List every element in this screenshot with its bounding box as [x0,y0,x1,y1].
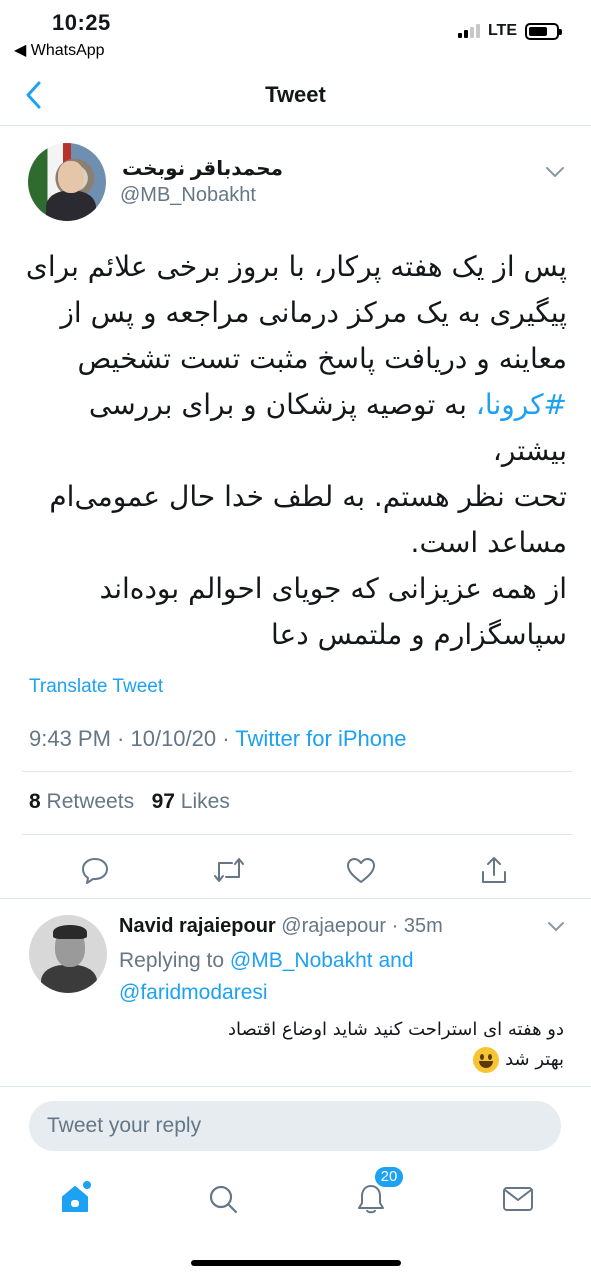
likes-count: 97 [151,790,175,813]
tweet-meta: 9:43 PM · 10/10/20 · Twitter for iPhone [29,726,406,752]
tweet-actions [0,848,591,898]
tweet-options-button[interactable] [545,162,565,183]
reply-line: دو هفته ای استراحت کنید شاید اوضاع اقتصا… [227,1019,564,1040]
retweets-label: Retweets [46,790,135,813]
author-display-name[interactable]: محمدباقر نوبخت [122,156,283,181]
tab-home[interactable] [57,1181,93,1217]
translate-tweet-link[interactable]: Translate Tweet [29,676,163,698]
share-button[interactable] [476,852,512,888]
reply-line-text: بهتر شد [505,1049,564,1070]
search-icon [209,1185,238,1214]
like-icon [347,858,375,883]
reply-input[interactable]: Tweet your reply [29,1101,561,1151]
mention-link[interactable]: @faridmodaresi [119,981,268,1004]
chevron-down-icon [548,922,564,932]
nav-bar: Tweet [0,64,591,126]
status-indicators: LTE [457,22,562,40]
network-label: LTE [487,22,517,39]
status-bar: 10:25 ◀ WhatsApp LTE [0,0,591,64]
retweet-icon [214,858,244,882]
reply-author-handle[interactable]: @rajaepour · 35m [281,915,442,937]
tweet-line: مساعد است. [410,526,567,559]
home-indicator [191,1260,401,1266]
replying-to: Replying to @MB_Nobakht and @faridmodare… [119,945,559,1009]
avatar[interactable] [29,915,107,993]
divider [22,771,572,772]
hashtag-link[interactable]: #کرونا، [476,388,567,421]
messages-icon [503,1187,533,1211]
tweet-stats: 8 Retweets 97 Likes [29,790,230,814]
tab-notifications[interactable]: 20 [353,1165,405,1217]
tweet-line: سپاسگزارم و ملتمس دعا [271,618,567,651]
battery-icon [525,22,562,40]
reply-tweet[interactable]: Navid rajaiepour @rajaepour · 35m Replyi… [0,898,591,1073]
reply-icon [82,858,108,884]
reply-header: Navid rajaiepour @rajaepour · 35m [119,915,443,938]
reply-button[interactable] [77,852,113,888]
retweets-stat[interactable]: 8 Retweets [29,790,134,813]
author-handle[interactable]: @MB_Nobakht [120,184,256,207]
tweet-timestamp: 9:43 PM · 10/10/20 · [29,726,236,751]
chevron-down-icon [546,167,564,178]
tweet-line: از همه عزیزانی که جویای احوالم بوده‌اند [99,572,568,605]
mention-link[interactable]: @MB_Nobakht and [230,949,414,972]
back-to-whatsapp-link[interactable]: ◀ WhatsApp [14,40,105,60]
tab-messages[interactable] [500,1181,536,1217]
home-new-dot [83,1181,91,1189]
avatar[interactable] [28,143,106,221]
divider [22,834,572,835]
reply-text: دو هفته ای استراحت کنید شاید اوضاع اقتصا… [119,1015,564,1075]
tweet-source-link[interactable]: Twitter for iPhone [235,726,406,751]
likes-stat[interactable]: 97 Likes [152,790,230,813]
tweet-line: پس از یک هفته پرکار، با بروز برخی علائم … [25,250,567,283]
replying-prefix: Replying to [119,949,225,972]
tweet-text: پس از یک هفته پرکار، با بروز برخی علائم … [22,244,567,658]
tweet-line: تحت نظر هستم. به لطف خدا حال عمومی‌ام [49,480,567,513]
signal-icon [457,24,480,38]
retweets-count: 8 [29,790,41,813]
likes-label: Likes [180,790,230,813]
reply-options-button[interactable] [547,919,565,937]
tab-search[interactable] [205,1181,241,1217]
reply-line: بهتر شد [119,1045,564,1075]
tweet-line: معاینه و دریافت پاسخ مثبت تست تشخیص [77,342,567,375]
share-icon [482,857,506,883]
reply-author-name[interactable]: Navid rajaiepour [119,915,276,937]
notifications-badge: 20 [373,1165,405,1189]
compose-area: Tweet your reply 20 [0,1086,591,1280]
like-button[interactable] [343,852,379,888]
tab-bar: 20 [0,1165,591,1227]
status-time: 10:25 [52,10,111,35]
retweet-button[interactable] [211,852,247,888]
page-title: Tweet [265,82,326,107]
tweet-line: پیگیری به یک مرکز درمانی مراجعه و پس از [60,296,567,329]
tweet-line: #کرونا، به توصیه پزشکان و برای بررسی بیش… [22,382,567,474]
grinning-emoji-icon [473,1047,500,1073]
